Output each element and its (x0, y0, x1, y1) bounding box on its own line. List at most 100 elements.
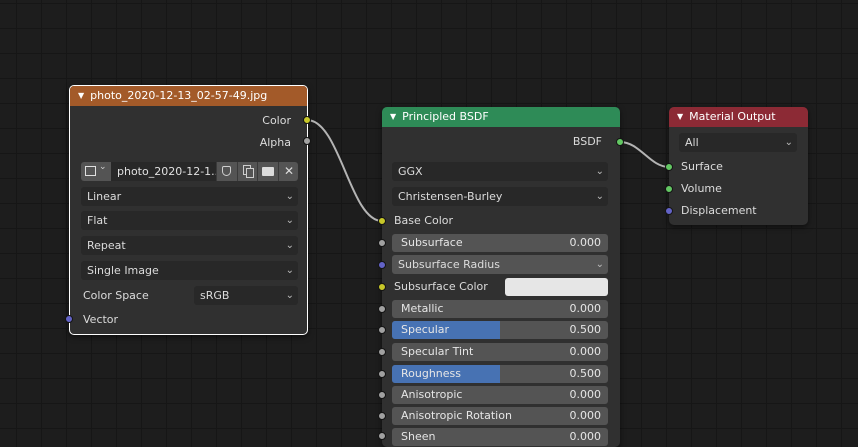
socket-color-output[interactable] (303, 116, 311, 124)
image-browse-button[interactable]: ⌄ (81, 162, 111, 181)
output-node-header[interactable]: ▼ Material Output (669, 107, 808, 127)
specular-tint-label: Specular Tint (401, 345, 474, 358)
subsurface-radius-dropdown[interactable]: Subsurface Radius ⌄ (392, 255, 608, 274)
roughness-label: Roughness (401, 367, 462, 380)
source-dropdown[interactable]: Single Image ⌄ (81, 261, 298, 280)
socket-anisotropic-input[interactable] (378, 391, 386, 399)
output-node-title: Material Output (689, 110, 776, 123)
image-selector[interactable]: ⌄ photo_2020-12-1... ✕ (81, 162, 298, 181)
subsurface-method-dropdown[interactable]: Christensen-Burley ⌄ (392, 187, 608, 206)
chevron-down-icon: ⌄ (285, 265, 294, 276)
socket-vector-input[interactable] (65, 315, 73, 323)
specular-value: 0.500 (569, 323, 602, 336)
collapse-triangle-icon[interactable]: ▼ (677, 112, 683, 121)
interpolation-dropdown[interactable]: Linear ⌄ (81, 187, 298, 206)
color-space-dropdown[interactable]: sRGB ⌄ (194, 286, 298, 305)
subsurface-radius-label: Subsurface Radius (398, 258, 500, 271)
link-bsdf-to-surface (619, 141, 670, 168)
specular-tint-field[interactable]: Specular Tint 0.000 (392, 343, 608, 361)
socket-subsurface-color-input[interactable] (378, 283, 386, 291)
shield-icon (222, 166, 231, 176)
link-color-to-base-color (306, 119, 383, 222)
close-icon: ✕ (284, 164, 295, 178)
subsurface-method-value: Christensen-Burley (398, 190, 503, 203)
bsdf-node-title: Principled BSDF (402, 110, 489, 123)
projection-value: Flat (87, 214, 108, 227)
chevron-down-icon: ⌄ (285, 191, 294, 202)
subsurface-field[interactable]: Subsurface 0.000 (392, 234, 608, 252)
socket-displacement-input[interactable] (665, 207, 673, 215)
duplicate-image-button[interactable] (237, 162, 257, 181)
socket-alpha-output[interactable] (303, 137, 311, 145)
extension-dropdown[interactable]: Repeat ⌄ (81, 236, 298, 255)
input-displacement-label: Displacement (681, 204, 757, 217)
color-space-label: Color Space (83, 289, 149, 302)
subsurface-color-label: Subsurface Color (394, 280, 488, 293)
projection-dropdown[interactable]: Flat ⌄ (81, 211, 298, 230)
metallic-field[interactable]: Metallic 0.000 (392, 300, 608, 318)
material-output-node[interactable]: ▼ Material Output All ⌄ Surface Volume Di… (669, 107, 808, 225)
roughness-field[interactable]: Roughness 0.500 (392, 365, 608, 383)
output-color-label: Color (262, 114, 291, 127)
anisotropic-value: 0.000 (569, 388, 602, 401)
sheen-label: Sheen (401, 430, 436, 443)
subsurface-value: 0.000 (569, 236, 602, 249)
chevron-down-icon: ⌄ (99, 162, 107, 172)
socket-specular-input[interactable] (378, 326, 386, 334)
specular-field[interactable]: Specular 0.500 (392, 321, 608, 339)
collapse-triangle-icon[interactable]: ▼ (390, 112, 396, 121)
fake-user-button[interactable] (216, 162, 237, 181)
distribution-dropdown[interactable]: GGX ⌄ (392, 162, 608, 181)
image-texture-node[interactable]: ▼ photo_2020-12-13_02-57-49.jpg Color Alp… (69, 85, 308, 335)
metallic-value: 0.000 (569, 302, 602, 315)
folder-icon (262, 167, 274, 176)
collapse-triangle-icon[interactable]: ▼ (78, 91, 84, 100)
socket-bsdf-output[interactable] (616, 138, 624, 146)
socket-subsurface-input[interactable] (378, 239, 386, 247)
input-surface-label: Surface (681, 160, 723, 173)
anisotropic-rotation-value: 0.000 (569, 409, 602, 422)
output-alpha-label: Alpha (259, 136, 291, 149)
open-image-button[interactable] (257, 162, 278, 181)
socket-base-color-input[interactable] (378, 217, 386, 225)
image-node-title: photo_2020-12-13_02-57-49.jpg (90, 89, 268, 102)
socket-specular-tint-input[interactable] (378, 348, 386, 356)
output-bsdf-label: BSDF (572, 135, 602, 148)
anisotropic-rotation-field[interactable]: Anisotropic Rotation 0.000 (392, 407, 608, 425)
image-name-field[interactable]: photo_2020-12-1... (117, 162, 222, 181)
base-color-label: Base Color (394, 214, 454, 227)
image-node-header[interactable]: ▼ photo_2020-12-13_02-57-49.jpg (70, 86, 307, 106)
chevron-down-icon: ⌄ (285, 290, 294, 301)
specular-tint-value: 0.000 (569, 345, 602, 358)
sheen-field[interactable]: Sheen 0.000 (392, 428, 608, 446)
anisotropic-field[interactable]: Anisotropic 0.000 (392, 386, 608, 404)
interpolation-value: Linear (87, 190, 122, 203)
target-value: All (685, 136, 699, 149)
chevron-down-icon: ⌄ (595, 166, 604, 177)
color-space-value: sRGB (200, 289, 230, 302)
unlink-image-button[interactable]: ✕ (278, 162, 298, 181)
image-icon (85, 166, 96, 176)
subsurface-label: Subsurface (401, 236, 463, 249)
socket-subsurface-radius-input[interactable] (378, 261, 386, 269)
chevron-down-icon: ⌄ (595, 259, 604, 270)
chevron-down-icon: ⌄ (285, 215, 294, 226)
distribution-value: GGX (398, 165, 423, 178)
socket-volume-input[interactable] (665, 185, 673, 193)
subsurface-color-swatch[interactable] (505, 278, 608, 296)
socket-metallic-input[interactable] (378, 305, 386, 313)
roughness-value: 0.500 (569, 367, 602, 380)
source-value: Single Image (87, 264, 159, 277)
bsdf-node-header[interactable]: ▼ Principled BSDF (382, 107, 620, 127)
input-vector-label: Vector (83, 313, 119, 326)
specular-label: Specular (401, 323, 450, 336)
socket-surface-input[interactable] (665, 163, 673, 171)
socket-roughness-input[interactable] (378, 370, 386, 378)
socket-anisotropic-rotation-input[interactable] (378, 412, 386, 420)
metallic-label: Metallic (401, 302, 444, 315)
input-volume-label: Volume (681, 182, 722, 195)
anisotropic-label: Anisotropic (401, 388, 463, 401)
extension-value: Repeat (87, 239, 126, 252)
principled-bsdf-node[interactable]: ▼ Principled BSDF BSDF GGX ⌄ Christensen-… (382, 107, 620, 447)
target-dropdown[interactable]: All ⌄ (679, 133, 797, 152)
